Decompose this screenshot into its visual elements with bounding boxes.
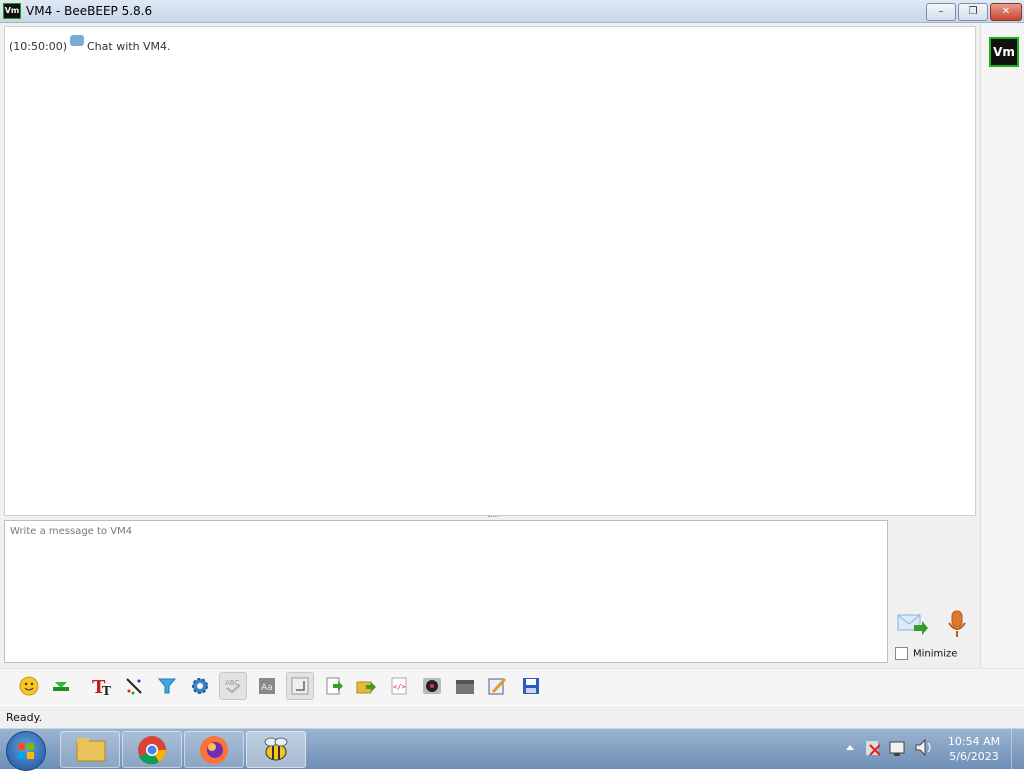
archive-icon — [456, 680, 474, 694]
green-arrow-icon — [53, 682, 69, 691]
notes-icon — [488, 677, 507, 695]
folder-icon — [76, 738, 106, 762]
status-text: Ready. — [6, 711, 43, 724]
minimize-icon: – — [938, 6, 944, 17]
microphone-icon — [948, 610, 966, 637]
splitter-handle[interactable] — [488, 516, 498, 519]
filter-icon — [157, 678, 177, 694]
app-icon: Vm — [3, 3, 21, 19]
clock-date: 5/6/2023 — [949, 750, 999, 763]
restore-icon: ❐ — [968, 6, 978, 17]
svg-text:T: T — [102, 684, 111, 696]
html-icon: </> — [391, 677, 407, 695]
minimize-label: Minimize — [913, 648, 958, 660]
taskbar-explorer[interactable] — [60, 731, 120, 768]
font-icon: Aa — [259, 678, 275, 694]
screenshot-button[interactable] — [419, 673, 445, 699]
minimize-button[interactable]: – — [926, 3, 956, 21]
show-desktop-button[interactable] — [1011, 729, 1024, 769]
windows-logo-icon — [18, 743, 34, 759]
record-icon — [423, 678, 441, 694]
compact-view-button[interactable] — [286, 672, 314, 700]
filter-button[interactable] — [154, 673, 180, 699]
spellcheck-button[interactable]: ABC — [219, 672, 247, 700]
start-button[interactable] — [6, 731, 46, 771]
close-button[interactable]: ✕ — [990, 3, 1022, 21]
side-panel: Vm — [980, 23, 1024, 668]
draw-button[interactable] — [121, 673, 147, 699]
bee-icon — [264, 737, 288, 761]
gear-icon — [192, 678, 208, 694]
html-button[interactable]: </> — [386, 673, 412, 699]
checkbox-box[interactable] — [895, 647, 908, 660]
svg-text:Aa: Aa — [261, 683, 273, 693]
taskbar-beebeep[interactable] — [246, 731, 306, 768]
text-format-icon: TT — [92, 677, 111, 696]
message-text: Chat with VM4. — [87, 40, 171, 53]
send-button[interactable] — [896, 611, 928, 639]
firefox-icon — [200, 736, 228, 764]
minimize-checkbox[interactable]: Minimize — [895, 647, 957, 660]
show-hidden-icons-icon[interactable] — [846, 745, 854, 750]
maximize-button[interactable]: ❐ — [958, 3, 988, 21]
taskbar-firefox[interactable] — [184, 731, 244, 768]
taskbar: 10:54 AM 5/6/2023 — [0, 728, 1024, 771]
main-area: (10:50:00) Chat with VM4. Vm Minimize — [0, 23, 1024, 668]
chat-bubble-icon — [70, 35, 84, 46]
window-title: VM4 - BeeBEEP 5.8.6 — [26, 4, 153, 18]
settings-button[interactable] — [187, 673, 213, 699]
message-time: (10:50:00) — [9, 40, 67, 53]
compact-icon — [291, 677, 309, 695]
system-tray — [838, 735, 944, 759]
font-button[interactable]: Aa — [254, 673, 280, 699]
spellcheck-icon: ABC — [225, 679, 241, 694]
avatar[interactable]: Vm — [989, 37, 1019, 67]
pencil-icon — [126, 678, 142, 695]
folder-icon — [356, 681, 376, 694]
message-input[interactable] — [8, 525, 872, 538]
send-file-icon — [326, 677, 343, 695]
svg-text:</>: </> — [393, 683, 406, 691]
message-input-area[interactable] — [4, 520, 888, 663]
taskbar-clock[interactable]: 10:54 AM 5/6/2023 — [946, 734, 1002, 764]
send-file-button[interactable] — [321, 673, 347, 699]
clock-time: 10:54 AM — [947, 735, 1001, 748]
send-icon — [897, 614, 928, 635]
emoticon-icon — [19, 676, 39, 696]
chat-toolbar: TT ABC Aa </> — [0, 668, 1024, 705]
taskbar-chrome[interactable] — [122, 731, 182, 768]
close-icon: ✕ — [1001, 6, 1011, 17]
save-icon — [523, 678, 539, 694]
archive-button[interactable] — [452, 673, 478, 699]
action-center-icon[interactable] — [866, 741, 881, 756]
volume-icon[interactable] — [915, 738, 931, 757]
svg-text:ABC: ABC — [225, 679, 239, 687]
green-arrow-button[interactable] — [48, 673, 74, 699]
send-folder-button[interactable] — [353, 673, 379, 699]
emoticon-button[interactable] — [16, 673, 42, 699]
voice-message-button[interactable] — [946, 609, 968, 639]
chat-log[interactable]: (10:50:00) Chat with VM4. — [4, 26, 976, 516]
network-icon[interactable] — [889, 741, 905, 756]
chrome-icon — [138, 736, 166, 765]
notes-button[interactable] — [484, 673, 510, 699]
status-bar: Ready. — [0, 706, 1024, 728]
chat-message: (10:50:00) Chat with VM4. — [9, 35, 171, 53]
text-format-button[interactable]: TT — [88, 673, 114, 699]
title-bar: Vm VM4 - BeeBEEP 5.8.6 – ❐ ✕ — [0, 0, 1024, 23]
save-button[interactable] — [518, 673, 544, 699]
